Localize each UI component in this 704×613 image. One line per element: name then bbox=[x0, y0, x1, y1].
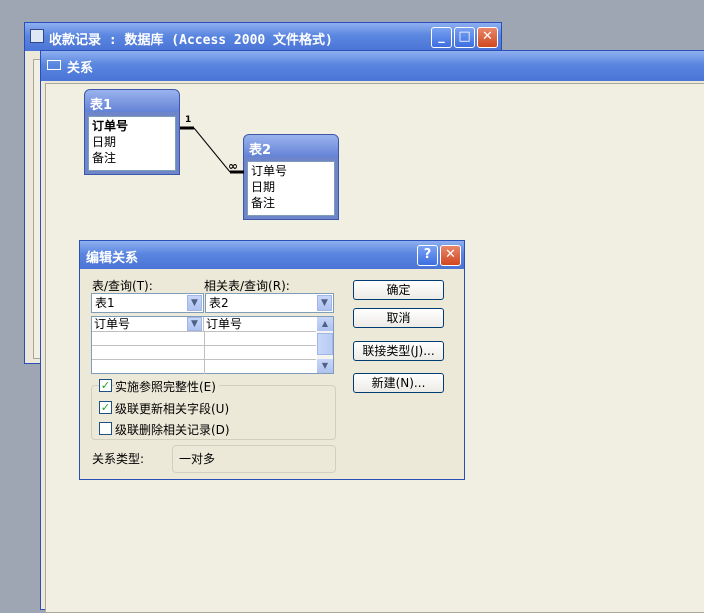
table-query-label: 表/查询(T): bbox=[92, 279, 153, 293]
table-query-value: 表1 bbox=[95, 296, 115, 310]
table1-fields: 订单号 日期 备注 bbox=[88, 116, 176, 171]
chevron-down-icon[interactable]: ▼ bbox=[187, 295, 202, 311]
table1-title[interactable]: 表1 bbox=[85, 90, 179, 113]
enforce-integrity-label[interactable]: 实施参照完整性(E) bbox=[115, 378, 219, 395]
relationship-many-label: ∞ bbox=[228, 159, 238, 173]
relationship-type-value: 一对多 bbox=[179, 452, 216, 466]
table-row[interactable] bbox=[92, 332, 316, 346]
table1-field[interactable]: 订单号 bbox=[92, 118, 172, 134]
dialog-close-icon[interactable]: ✕ bbox=[440, 245, 461, 266]
relationship-type-label: 关系类型: bbox=[92, 452, 145, 466]
related-table-value: 表2 bbox=[209, 296, 229, 310]
related-table-select[interactable]: 表2 ▼ bbox=[205, 293, 334, 313]
dialog-title: 编辑关系 bbox=[86, 251, 139, 266]
chevron-down-icon[interactable]: ▼ bbox=[187, 317, 202, 331]
grid-cell-text: 订单号 bbox=[206, 317, 243, 331]
cancel-button[interactable]: 取消 bbox=[353, 308, 444, 328]
scroll-thumb[interactable] bbox=[317, 333, 333, 355]
table2-field[interactable]: 订单号 bbox=[251, 163, 331, 179]
grid-scrollbar[interactable]: ▲ ▼ bbox=[317, 317, 333, 373]
table-query-select[interactable]: 表1 ▼ bbox=[91, 293, 204, 313]
database-window-title: 收款记录 : 数据库 (Access 2000 文件格式) bbox=[49, 33, 333, 48]
edit-relationships-dialog: 编辑关系 ? ✕ 表/查询(T): 相关表/查询(R): 表1 ▼ 表2 ▼ 订… bbox=[79, 240, 465, 480]
relationships-window-titlebar[interactable]: 关系 bbox=[41, 51, 704, 81]
relationship-one-label: 1 bbox=[185, 115, 192, 125]
table1-field[interactable]: 备注 bbox=[92, 150, 172, 166]
ok-button[interactable]: 确定 bbox=[353, 280, 444, 300]
grid-cell-text: 订单号 bbox=[94, 317, 131, 331]
table2-title[interactable]: 表2 bbox=[244, 135, 338, 158]
chevron-down-icon[interactable]: ▼ bbox=[317, 295, 332, 311]
cascade-update-checkbox[interactable]: ✓ bbox=[99, 401, 112, 414]
cascade-delete-checkbox[interactable] bbox=[99, 422, 112, 435]
help-icon[interactable]: ? bbox=[417, 245, 438, 266]
relationships-icon bbox=[47, 60, 61, 70]
grid-cell-right[interactable]: 订单号 bbox=[204, 317, 316, 332]
table1-fieldlist[interactable]: 表1 订单号 日期 备注 bbox=[84, 89, 180, 175]
database-icon bbox=[30, 29, 44, 43]
relationship-type-value-box: 一对多 bbox=[172, 445, 336, 473]
join-type-button[interactable]: 联接类型(J)... bbox=[353, 341, 444, 361]
table2-field[interactable]: 日期 bbox=[251, 179, 331, 195]
table-row[interactable] bbox=[92, 346, 316, 360]
dialog-titlebar[interactable]: 编辑关系 bbox=[80, 241, 464, 269]
relationships-window-title: 关系 bbox=[67, 61, 94, 76]
table2-fieldlist[interactable]: 表2 订单号 日期 备注 bbox=[243, 134, 339, 220]
table-row[interactable] bbox=[92, 360, 316, 374]
database-window-titlebar[interactable]: 收款记录 : 数据库 (Access 2000 文件格式) bbox=[25, 23, 501, 51]
close-icon[interactable]: ✕ bbox=[477, 27, 498, 48]
table1-field[interactable]: 日期 bbox=[92, 134, 172, 150]
scroll-up-icon[interactable]: ▲ bbox=[317, 317, 333, 331]
enforce-integrity-checkbox[interactable]: ✓ bbox=[99, 379, 112, 392]
relationship-connector bbox=[193, 127, 231, 173]
grid-cell-left[interactable]: 订单号 ▼ bbox=[92, 317, 204, 332]
new-button[interactable]: 新建(N)... bbox=[353, 373, 444, 393]
table2-field[interactable]: 备注 bbox=[251, 195, 331, 211]
field-grid: 订单号 ▼ 订单号 ▲ ▼ bbox=[91, 316, 334, 374]
related-table-label: 相关表/查询(R): bbox=[204, 279, 290, 293]
cascade-update-label[interactable]: 级联更新相关字段(U) bbox=[115, 400, 229, 417]
table2-fields: 订单号 日期 备注 bbox=[247, 161, 335, 216]
scroll-down-icon[interactable]: ▼ bbox=[317, 359, 333, 373]
maximize-icon[interactable]: □ bbox=[454, 27, 475, 48]
cascade-delete-label[interactable]: 级联删除相关记录(D) bbox=[115, 421, 230, 438]
minimize-icon[interactable]: _ bbox=[431, 27, 452, 48]
